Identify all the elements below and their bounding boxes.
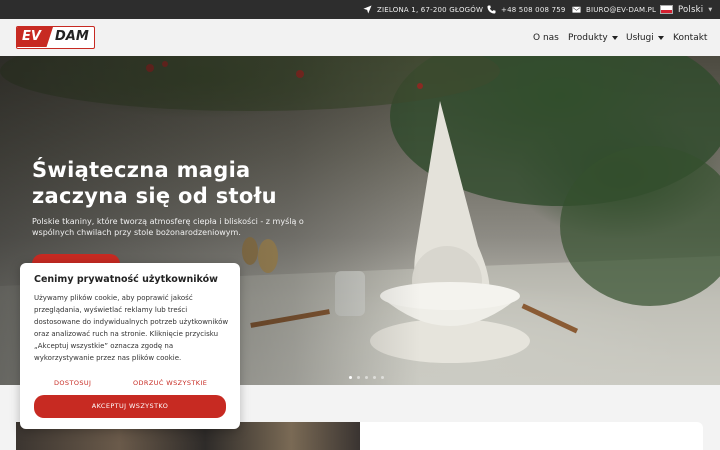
nav-label[interactable]: Usługi (626, 33, 654, 43)
logo-dam-mark: DAM (55, 29, 89, 44)
nav-label[interactable]: Produkty (568, 33, 608, 43)
nav-item-uslugi[interactable]: Usługi (626, 19, 664, 56)
logo-ev-mark: EV (17, 27, 53, 47)
cookie-body: Używamy plików cookie, aby poprawić jako… (34, 294, 229, 362)
hero-title: Świąteczna magia zaczyna się od stołu (32, 158, 277, 208)
nav-item-kontakt[interactable]: Kontakt (673, 19, 707, 56)
envelope-icon (572, 6, 581, 13)
chevron-down-icon: ▼ (708, 6, 713, 13)
chevron-down-icon (611, 35, 618, 40)
nav-label[interactable]: O nas (533, 33, 559, 43)
nav-item-produkty[interactable]: Produkty (568, 19, 618, 56)
site-header: EV DAM O nas Produkty Usługi Kontakt (0, 19, 720, 56)
slider-dot[interactable] (349, 376, 352, 379)
slider-dot[interactable] (381, 376, 384, 379)
reject-all-button[interactable]: ODRZUĆ WSZYSTKIE (133, 379, 207, 387)
location-arrow-icon (363, 5, 372, 14)
nav-label[interactable]: Kontakt (673, 33, 707, 43)
cookie-consent-dialog: Cenimy prywatność użytkowników Używamy p… (20, 263, 240, 429)
ev-dam-logo[interactable]: EV DAM (16, 26, 95, 49)
slider-pagination (349, 376, 384, 379)
phone-item[interactable]: +48 508 008 759 (487, 0, 566, 19)
hero-subtitle: Polskie tkaniny, które tworzą atmosferę … (32, 217, 304, 237)
slider-dot[interactable] (373, 376, 376, 379)
featured-card (360, 422, 703, 450)
poland-flag-icon (660, 5, 673, 14)
chevron-down-icon (657, 35, 664, 40)
email-text[interactable]: BIURO@EV-DAM.PL (586, 6, 656, 14)
address-text: ZIELONA 1, 67-200 GŁOGÓW (377, 5, 484, 14)
language-label: Polski (678, 4, 704, 15)
accept-all-button[interactable]: AKCEPTUJ WSZYSTKO (34, 395, 226, 418)
language-selector[interactable]: Polski ▼ (660, 0, 712, 19)
cookie-title: Cenimy prywatność użytkowników (34, 274, 218, 285)
address-item: ZIELONA 1, 67-200 GŁOGÓW (363, 0, 483, 19)
customize-button[interactable]: DOSTOSUJ (54, 379, 91, 387)
phone-icon (487, 5, 496, 14)
email-item[interactable]: BIURO@EV-DAM.PL (572, 0, 656, 19)
nav-item-o-nas[interactable]: O nas (533, 19, 559, 56)
phone-text[interactable]: +48 508 008 759 (501, 6, 566, 14)
top-contact-bar: ZIELONA 1, 67-200 GŁOGÓW +48 508 008 759… (0, 0, 720, 19)
slider-dot[interactable] (357, 376, 360, 379)
slider-dot[interactable] (365, 376, 368, 379)
